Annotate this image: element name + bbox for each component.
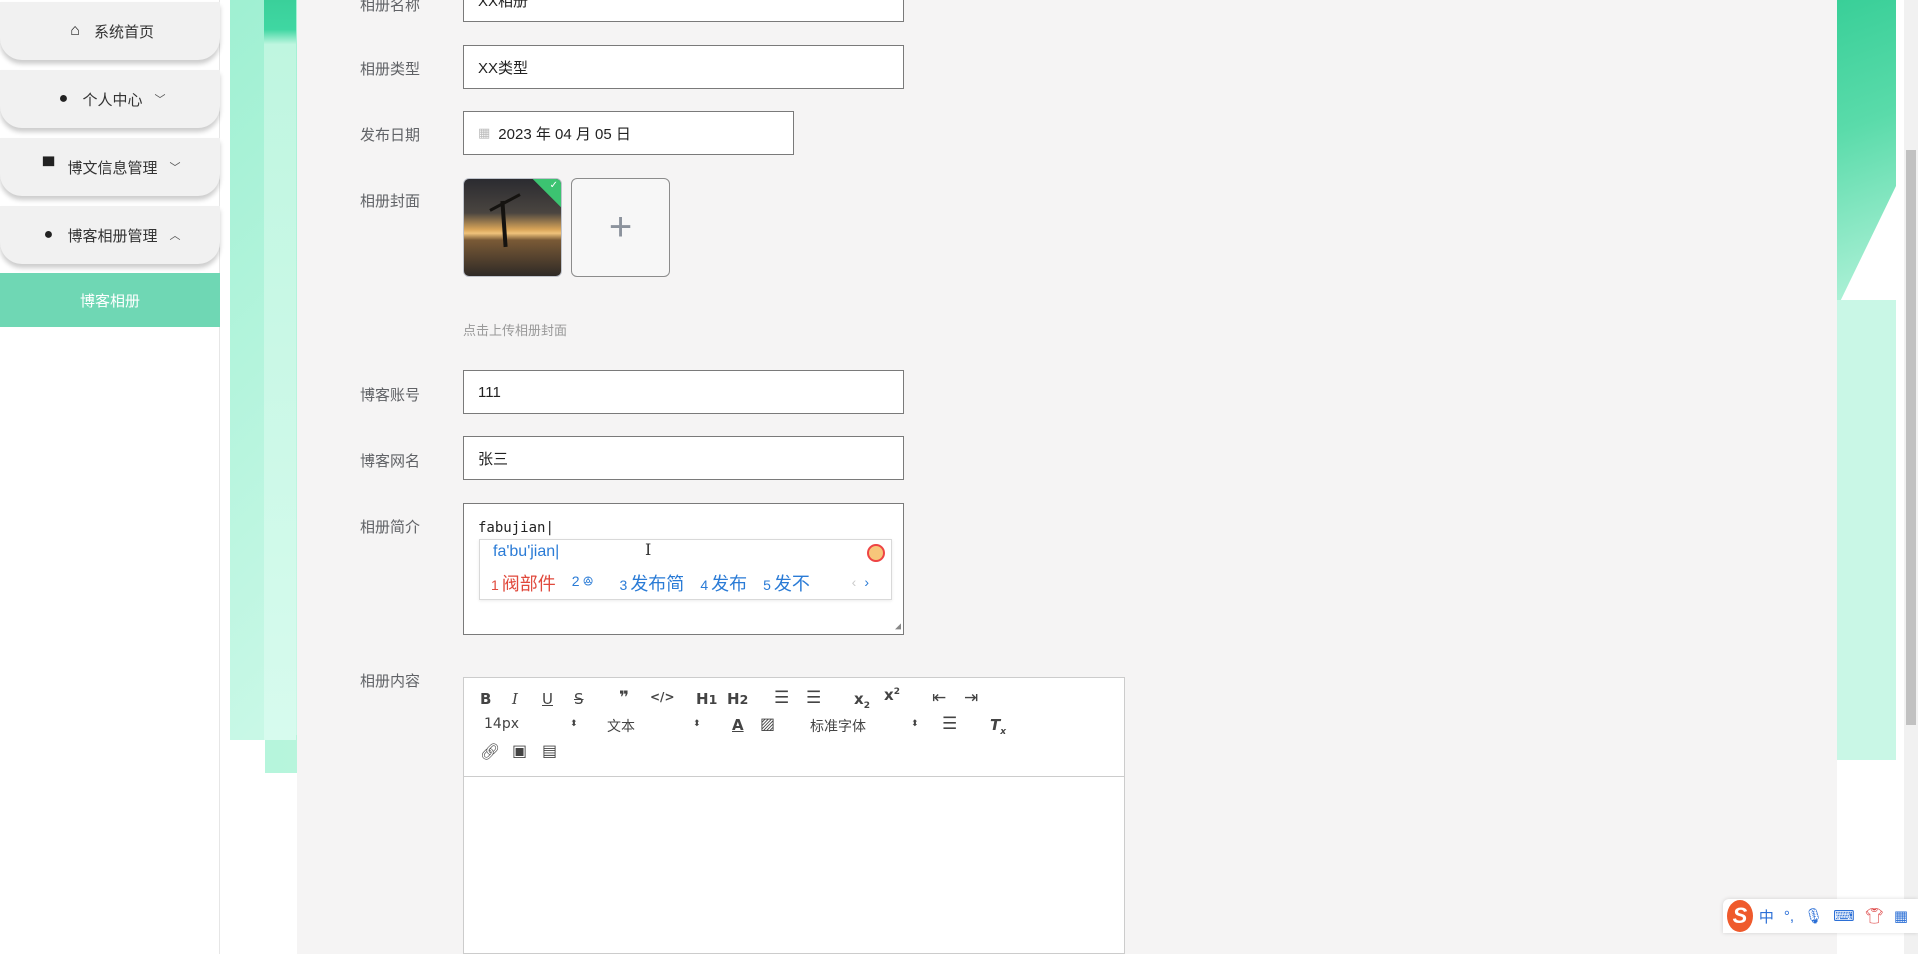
brush-icon: ▀ [42,158,55,175]
toolbox-icon[interactable]: ▦ [1894,907,1908,925]
sogou-logo-icon[interactable]: S [1727,900,1753,932]
sidebar-item-label: 系统首页 [93,23,154,41]
video-icon[interactable]: ▤ [542,741,557,760]
intro-value: fabujian [478,520,546,536]
cover-label: 相册封面 [360,193,421,210]
editor-content-area[interactable] [464,777,1124,953]
clean-format-icon[interactable]: Tx [990,716,1006,737]
link-icon[interactable]: 🔗︎ [480,742,500,761]
align-icon[interactable]: ☰ [942,714,957,734]
text-caret: | [545,520,554,536]
check-icon: ✓ [549,180,558,191]
chevron-left-icon: ‹ [851,574,857,590]
sidebar-item-label: 个人中心 [82,91,143,109]
plus-icon: + [608,205,633,249]
publish-date-picker[interactable]: ▦ 2023 年 04 月 05 日 [463,111,794,155]
sidebar-item-personal-center[interactable]: ● 个人中心 ﹀ [0,70,220,128]
ime-candidate-popup: fa'bu'jian| 1 阀部件 2ꔮ 3 发布简 4 发布 5 发不 ‹ › [479,539,892,600]
background-strip-right-light [1836,300,1896,760]
publish-date-value: 2023 年 04 月 05 日 [498,125,631,143]
indent-icon[interactable]: ⇥ [964,688,978,708]
user-icon: ● [43,226,54,243]
image-icon[interactable]: ▣ [512,741,527,760]
chevron-up-icon: ︿ [169,230,181,242]
background-strip-right [1836,0,1896,310]
ime-candidate[interactable]: 4 发布 [700,570,747,596]
strike-icon[interactable]: S [574,690,584,708]
font-family-select[interactable]: 标准字体 ⬍ [810,716,919,736]
intro-label: 相册简介 [360,519,421,536]
ime-logo-icon [867,544,885,562]
sidebar-subitem-label: 博客相册 [79,292,140,310]
bullet-list-icon[interactable]: ☰ [806,688,821,708]
chevron-down-icon: ﹀ [169,162,181,174]
sidebar-item-label: 博文信息管理 [67,159,158,177]
outdent-icon[interactable]: ⇤ [932,688,946,708]
font-size-select[interactable]: 14px ⬍ [484,716,578,732]
album-type-value: XX类型 [478,59,529,77]
calendar-icon: ▦ [478,125,491,140]
account-input[interactable]: 111 [463,370,904,414]
album-type-label: 相册类型 [360,61,421,78]
publish-date-label: 发布日期 [360,127,421,144]
subscript-icon[interactable]: x2 [854,690,870,711]
editor-toolbar: B I U S ❞ </> H1 H2 ☰ ☰ x2 x2 ⇤ ⇥ 14px ⬍ … [464,678,1124,777]
album-name-input[interactable]: XX相册 [463,0,904,22]
code-block-icon[interactable]: </> [650,690,675,704]
keyboard-icon[interactable]: ⌨ [1833,907,1855,925]
upload-cover-button[interactable]: + [571,178,670,277]
underline-icon[interactable]: U [542,690,553,708]
italic-icon[interactable]: I [512,690,518,708]
home-icon: ⌂ [70,22,80,39]
account-value: 111 [478,383,501,401]
chevron-down-icon: ﹀ [154,94,166,106]
tree-silhouette [500,200,508,248]
chevron-right-icon: › [864,574,869,590]
scrollbar-thumb[interactable] [1906,150,1916,725]
ime-mode-chinese[interactable]: 中 [1759,906,1774,927]
superscript-icon[interactable]: x2 [884,686,900,704]
header1-icon[interactable]: H1 [696,690,717,708]
bold-icon[interactable]: B [480,690,491,708]
sidebar: ⌂ 系统首页 ● 个人中心 ﹀ ▀ 博文信息管理 ﹀ ● 博客相册管理 ︿ 博客… [0,0,220,954]
nickname-input[interactable]: 张三 [463,436,904,480]
header-select[interactable]: 文本 ⬍ [607,716,701,736]
rich-text-editor: B I U S ❞ </> H1 H2 ☰ ☰ x2 x2 ⇤ ⇥ 14px ⬍ … [463,677,1125,954]
ime-pinyin: fa'bu'jian| [493,543,560,560]
ime-candidate[interactable]: 2ꔮ [572,570,594,596]
ime-candidate[interactable]: 3 发布简 [620,570,685,596]
sidebar-subitem-blog-album[interactable]: 博客相册 [0,273,220,327]
sidebar-item-blog-post-management[interactable]: ▀ 博文信息管理 ﹀ [0,138,220,196]
cover-upload-hint: 点击上传相册封面 [463,323,568,338]
ime-toolbar: S 中 °, 🎙︎ ⌨ 👕︎ ▦ [1723,899,1918,933]
content-label: 相册内容 [360,673,421,690]
text-cursor-icon: I [645,540,652,559]
album-type-input[interactable]: XX类型 [463,45,904,89]
blockquote-icon[interactable]: ❞ [619,688,629,708]
ordered-list-icon[interactable]: ☰ [774,688,789,708]
ime-punctuation[interactable]: °, [1784,908,1794,925]
ime-page-nav[interactable]: ‹ › [852,574,869,590]
cover-thumbnail[interactable]: ✓ [463,178,562,277]
background-strip [264,0,296,740]
sidebar-item-home[interactable]: ⌂ 系统首页 [0,2,220,60]
header2-icon[interactable]: H2 [727,690,748,708]
resize-handle-icon[interactable]: ◢ [895,621,901,632]
user-icon: ● [58,90,69,107]
sidebar-item-label: 博客相册管理 [67,227,158,245]
account-label: 博客账号 [360,387,421,404]
microphone-icon[interactable]: 🎙︎ [1804,907,1823,925]
ime-candidate[interactable]: 1 阀部件 [491,570,556,596]
ime-candidate[interactable]: 5 发不 [763,570,810,596]
skin-icon[interactable]: 👕︎ [1865,907,1884,925]
sidebar-item-album-management[interactable]: ● 博客相册管理 ︿ [0,206,220,264]
album-name-label: 相册名称 [360,0,421,14]
background-color-icon[interactable]: ▨ [760,714,775,733]
nickname-label: 博客网名 [360,453,421,470]
font-color-icon[interactable]: A [732,716,744,734]
album-name-value: XX相册 [478,0,529,10]
nickname-value: 张三 [478,450,509,468]
ime-candidates: 1 阀部件 2ꔮ 3 发布简 4 发布 5 发不 [491,570,826,596]
